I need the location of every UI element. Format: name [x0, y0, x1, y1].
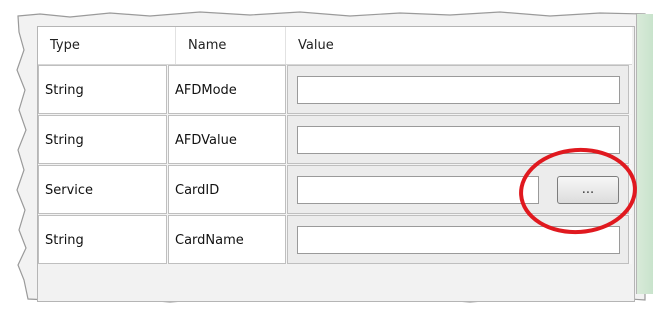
table-header: Type Name Value — [38, 27, 632, 65]
header-name[interactable]: Name — [176, 27, 286, 64]
row-type: Service — [38, 165, 167, 214]
row-type: String — [38, 215, 167, 264]
row-type: String — [38, 65, 167, 114]
table-row: String AFDMode — [38, 65, 632, 114]
header-value[interactable]: Value — [286, 27, 632, 64]
row-name: AFDValue — [168, 115, 286, 164]
header-type[interactable]: Type — [38, 27, 176, 64]
row-name: CardName — [168, 215, 286, 264]
side-strip — [636, 14, 653, 294]
row-value-cell — [287, 65, 629, 114]
row-name: CardID — [168, 165, 286, 214]
row-type: String — [38, 115, 167, 164]
empty-grid-area — [38, 270, 632, 298]
card-id-input[interactable] — [297, 176, 539, 204]
value-input[interactable] — [297, 76, 620, 104]
row-name: AFDMode — [168, 65, 286, 114]
